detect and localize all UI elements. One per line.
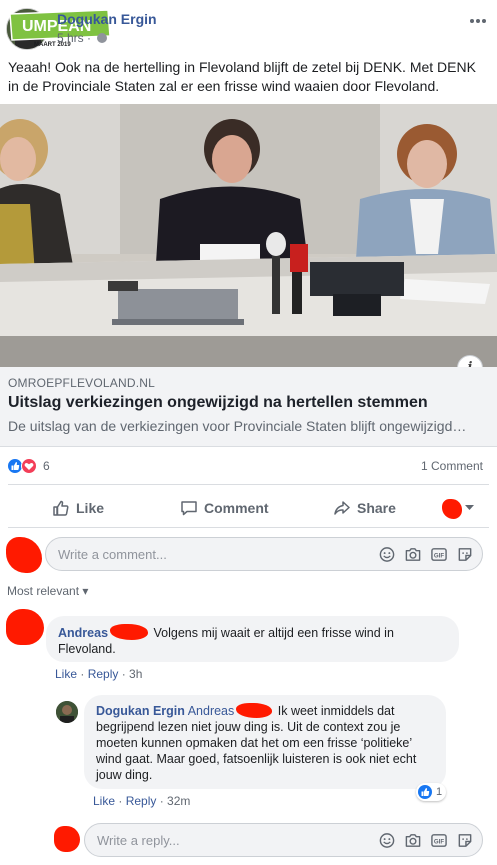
comment-icon	[181, 501, 197, 516]
emoji-icon[interactable]	[378, 546, 396, 563]
emoji-icon[interactable]	[378, 832, 396, 849]
reply-time[interactable]: 32m	[167, 794, 190, 808]
comment-label: Comment	[204, 500, 269, 516]
reply-placeholder: Write a reply...	[97, 833, 180, 848]
reply-bubble: Dogukan Ergin Andreas Ik weet inmiddels …	[84, 695, 446, 789]
post-author[interactable]: Dogukan Ergin	[57, 11, 157, 27]
comment-bubble: Andreas Volgens mij waait er altijd een …	[46, 616, 459, 662]
comment-placeholder: Write a comment...	[58, 547, 167, 562]
comment-button[interactable]: Comment	[180, 490, 269, 526]
share-button[interactable]: Share	[333, 490, 396, 526]
comment-input[interactable]: Write a comment... GIF	[45, 537, 483, 571]
link-domain: OMROEPFLEVOLAND.NL	[8, 376, 155, 390]
globe-icon	[97, 33, 108, 43]
press-conference-photo	[0, 104, 497, 367]
comment-count[interactable]: 1 Comment	[421, 459, 483, 473]
gif-icon[interactable]: GIF	[430, 832, 448, 849]
reply-actions: Like · Reply · 32m	[93, 794, 191, 808]
share-icon	[334, 501, 350, 515]
reaction-count: 6	[43, 459, 50, 473]
reply-reply-link[interactable]: Reply	[126, 794, 157, 808]
gif-icon[interactable]: GIF	[430, 546, 448, 563]
post-text: Yeaah! Ook na de hertelling in Flevoland…	[8, 59, 476, 94]
comment-reply-link[interactable]: Reply	[88, 667, 119, 681]
redacted-name	[236, 703, 273, 718]
action-bar: Like Comment Share	[0, 490, 497, 526]
comment-actions: Like · Reply · 3h	[55, 667, 143, 681]
reply-like-count: 1	[436, 786, 443, 798]
like-button[interactable]: Like	[52, 490, 104, 526]
input-icons: GIF	[378, 546, 474, 563]
more-options-button[interactable]	[469, 8, 487, 29]
chevron-down-icon[interactable]	[465, 505, 474, 511]
camera-icon[interactable]	[404, 546, 422, 563]
sticker-icon[interactable]	[456, 546, 474, 563]
divider	[8, 527, 489, 528]
camera-icon[interactable]	[404, 832, 422, 849]
post-time[interactable]: 5 hrs	[57, 31, 84, 45]
sort-arrow: ▾	[82, 584, 89, 598]
reply-author[interactable]: Dogukan Ergin	[96, 704, 185, 718]
divider	[8, 484, 489, 485]
comment-text: Volgens mij waait er altijd een frisse w…	[58, 626, 394, 656]
reply-mention[interactable]: Andreas	[188, 704, 235, 718]
avatar-photo	[56, 701, 78, 723]
meta-separator: ·	[87, 31, 92, 45]
redacted-user-avatar	[6, 537, 42, 573]
share-label: Share	[357, 500, 396, 516]
link-description: De uitslag van de verkiezingen voor Prov…	[8, 418, 467, 434]
input-icons: GIF	[378, 832, 474, 849]
link-image[interactable]	[0, 104, 497, 367]
redacted-avatar	[442, 499, 462, 519]
svg-text:GIF: GIF	[434, 838, 444, 845]
reply-author-avatar[interactable]	[56, 701, 78, 723]
comment-author[interactable]: Andreas	[58, 626, 108, 640]
love-reaction-icon	[21, 458, 37, 474]
comment-time[interactable]: 3h	[129, 667, 142, 681]
svg-text:GIF: GIF	[434, 552, 444, 559]
reply-input[interactable]: Write a reply... GIF	[84, 823, 483, 857]
sort-label: Most relevant	[7, 584, 80, 598]
link-preview[interactable]: OMROEPFLEVOLAND.NL Uitslag verkiezingen …	[0, 367, 497, 447]
sort-dropdown[interactable]: Most relevant ▾	[7, 584, 88, 598]
like-label: Like	[76, 500, 105, 516]
thumbs-up-icon	[53, 500, 69, 516]
link-title[interactable]: Uitslag verkiezingen ongewijzigd na hert…	[8, 394, 428, 412]
reply-like-link[interactable]: Like	[93, 794, 115, 808]
ellipsis-icon	[470, 19, 486, 23]
comment-like-link[interactable]: Like	[55, 667, 77, 681]
redacted-commenter-avatar	[6, 609, 44, 645]
reply-like-badge[interactable]: 1	[416, 783, 447, 801]
sticker-icon[interactable]	[456, 832, 474, 849]
post-header: UMPEAN MAART 2019 Dogukan Ergin 5 hrs ·	[0, 0, 497, 56]
redacted-user-avatar	[54, 826, 80, 852]
redacted-name	[110, 624, 149, 640]
like-reaction-icon	[418, 785, 432, 799]
post-meta: 5 hrs ·	[57, 31, 108, 45]
